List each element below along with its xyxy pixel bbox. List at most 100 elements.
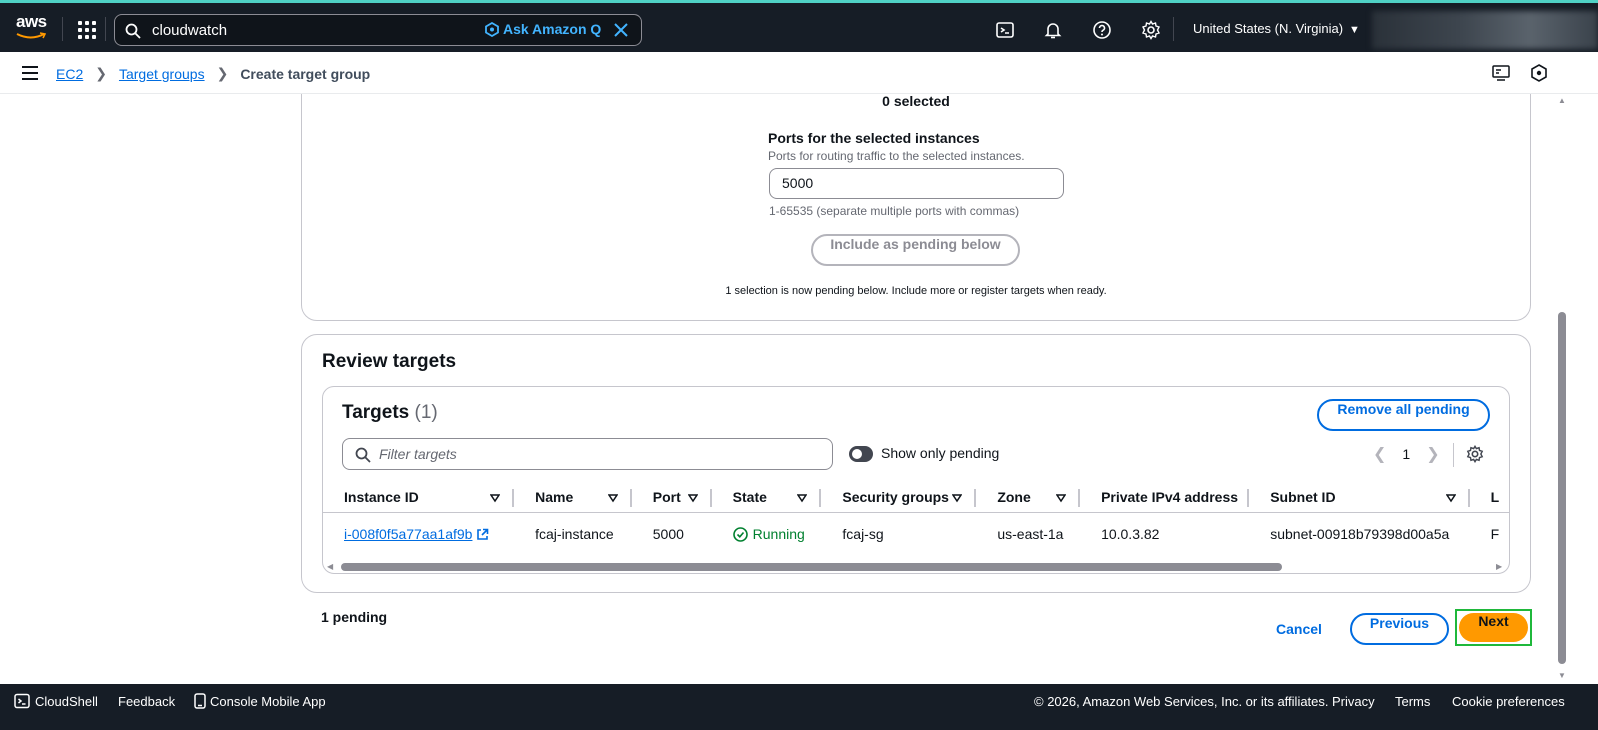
- region-label: United States (N. Virginia): [1193, 21, 1344, 36]
- include-as-pending-button[interactable]: Include as pending below: [811, 234, 1020, 266]
- column-label: State: [732, 488, 767, 505]
- page-number[interactable]: 1: [1402, 446, 1410, 462]
- divider: [1453, 443, 1454, 467]
- screen-info-icon[interactable]: [1492, 64, 1510, 82]
- previous-page-icon[interactable]: ❮: [1373, 444, 1386, 464]
- vertical-scrollbar[interactable]: ▲ ▼: [1556, 94, 1568, 684]
- sort-caret-icon[interactable]: [489, 490, 501, 506]
- terms-link[interactable]: Terms: [1395, 694, 1430, 709]
- review-targets-title: Review targets: [322, 351, 457, 372]
- breadcrumb-target-groups-link[interactable]: Target groups: [119, 66, 205, 82]
- cloudshell-link[interactable]: CloudShell: [35, 694, 98, 709]
- divider: [1173, 17, 1174, 41]
- next-page-icon[interactable]: ❯: [1426, 444, 1439, 464]
- column-header[interactable]: Name: [514, 482, 632, 512]
- pending-note: 1 selection is now pending below. Includ…: [725, 285, 1107, 297]
- horizontal-scrollbar[interactable]: ◀ ▶: [323, 560, 1509, 572]
- next-button-highlight: Next: [1455, 609, 1532, 646]
- cloudshell-icon[interactable]: [14, 693, 30, 709]
- zone-cell: us-east-1a: [976, 511, 1081, 555]
- chevron-right-icon: ❯: [216, 65, 229, 81]
- review-targets-card: Review targets Targets (1) Remove all pe…: [301, 334, 1531, 593]
- search-input[interactable]: cloudwatch Ask Amazon Q: [114, 14, 642, 46]
- state-cell: Running: [711, 511, 822, 555]
- ports-label: Ports for the selected instances: [768, 130, 980, 146]
- mobile-phone-icon: [194, 693, 206, 709]
- sort-caret-icon[interactable]: [951, 490, 963, 506]
- cloudshell-icon[interactable]: [995, 20, 1015, 40]
- scroll-down-icon[interactable]: ▼: [1558, 671, 1566, 680]
- table-header-row: Instance ID Name Port State Security gro…: [323, 482, 1509, 512]
- amazon-q-icon: [485, 21, 499, 38]
- ipv4-cell: 10.0.3.82: [1080, 511, 1250, 555]
- search-icon: [125, 23, 141, 39]
- top-navigation: aws cloudwatch Ask Amazon Q United State…: [0, 0, 1598, 52]
- help-icon[interactable]: [1092, 20, 1112, 40]
- search-value: cloudwatch: [152, 22, 228, 39]
- targets-count: (1): [414, 402, 438, 423]
- scrollbar-thumb[interactable]: [1558, 312, 1566, 664]
- subnet-cell: subnet-00918b79398d00a5a: [1249, 511, 1470, 555]
- services-menu-icon[interactable]: [78, 21, 96, 39]
- clear-search-icon[interactable]: [612, 21, 630, 39]
- scroll-up-icon[interactable]: ▲: [1558, 96, 1566, 105]
- pagination: ❮ 1 ❯: [1373, 444, 1440, 464]
- cookie-preferences-link[interactable]: Cookie preferences: [1452, 694, 1565, 709]
- breadcrumb-ec2-link[interactable]: EC2: [56, 66, 83, 82]
- column-label: Name: [535, 488, 574, 505]
- feedback-link[interactable]: Feedback: [118, 694, 175, 709]
- next-button[interactable]: Next: [1459, 613, 1528, 642]
- filter-targets-input[interactable]: Filter targets: [342, 438, 833, 470]
- selected-count: 0 selected: [882, 94, 950, 109]
- targets-title: Targets: [342, 402, 410, 423]
- settings-gear-icon[interactable]: [1141, 20, 1161, 40]
- sort-caret-icon[interactable]: [607, 490, 619, 506]
- region-selector[interactable]: United States (N. Virginia) ▼: [1193, 21, 1360, 36]
- scrollbar-thumb[interactable]: [341, 563, 1282, 571]
- side-navigation-menu-icon[interactable]: [22, 66, 38, 80]
- ask-amazon-q-label: Ask Amazon Q: [503, 21, 602, 37]
- cancel-button[interactable]: Cancel: [1270, 618, 1328, 640]
- breadcrumb-bar: EC2 ❯ Target groups ❯ Create target grou…: [0, 52, 1598, 94]
- previous-button[interactable]: Previous: [1350, 613, 1449, 645]
- ask-amazon-q-button[interactable]: Ask Amazon Q: [485, 21, 602, 38]
- instance-id-cell: i-008f0f5a77aa1af9b: [323, 511, 515, 555]
- filter-placeholder: Filter targets: [379, 446, 457, 462]
- aws-logo[interactable]: aws: [16, 13, 50, 43]
- footer: CloudShell Feedback Console Mobile App ©…: [0, 684, 1598, 730]
- column-header[interactable]: Port: [632, 482, 712, 512]
- column-header[interactable]: State: [712, 482, 822, 512]
- show-only-pending-toggle[interactable]: [849, 446, 873, 462]
- truncated-cell: F: [1469, 511, 1509, 555]
- column-header[interactable]: Instance ID: [323, 482, 515, 512]
- column-header[interactable]: L: [1470, 482, 1509, 512]
- sort-caret-icon[interactable]: [1445, 490, 1457, 506]
- sort-caret-icon[interactable]: [1055, 490, 1067, 506]
- console-mobile-app-link[interactable]: Console Mobile App: [210, 694, 326, 709]
- breadcrumb: EC2 ❯ Target groups ❯ Create target grou…: [56, 65, 370, 82]
- column-header[interactable]: Security groups: [821, 482, 977, 512]
- divider: [62, 17, 63, 41]
- remove-all-pending-button[interactable]: Remove all pending: [1317, 399, 1490, 431]
- sort-caret-icon[interactable]: [796, 490, 808, 506]
- column-label: Security groups: [842, 488, 949, 505]
- column-header[interactable]: Subnet ID: [1249, 482, 1471, 512]
- column-header[interactable]: Zone: [976, 482, 1080, 512]
- instance-id-link[interactable]: i-008f0f5a77aa1af9b: [344, 526, 472, 542]
- notifications-bell-icon[interactable]: [1043, 20, 1063, 40]
- column-header[interactable]: Private IPv4 address: [1080, 482, 1250, 512]
- privacy-link[interactable]: Privacy: [1332, 694, 1375, 709]
- breadcrumb-current: Create target group: [240, 65, 371, 82]
- sort-caret-icon[interactable]: [687, 490, 699, 506]
- scroll-right-icon[interactable]: ▶: [1496, 562, 1502, 571]
- external-link-icon[interactable]: [476, 528, 489, 541]
- ports-input[interactable]: 5000: [769, 168, 1064, 199]
- scroll-left-icon[interactable]: ◀: [327, 562, 333, 571]
- column-label: Port: [652, 488, 681, 505]
- amazon-q-panel-icon[interactable]: [1530, 64, 1548, 82]
- name-cell: fcaj-instance: [514, 511, 632, 555]
- port-cell: 5000: [631, 511, 712, 555]
- table-preferences-gear-icon[interactable]: [1466, 445, 1484, 463]
- divider: [105, 17, 106, 41]
- account-menu[interactable]: [1372, 11, 1598, 49]
